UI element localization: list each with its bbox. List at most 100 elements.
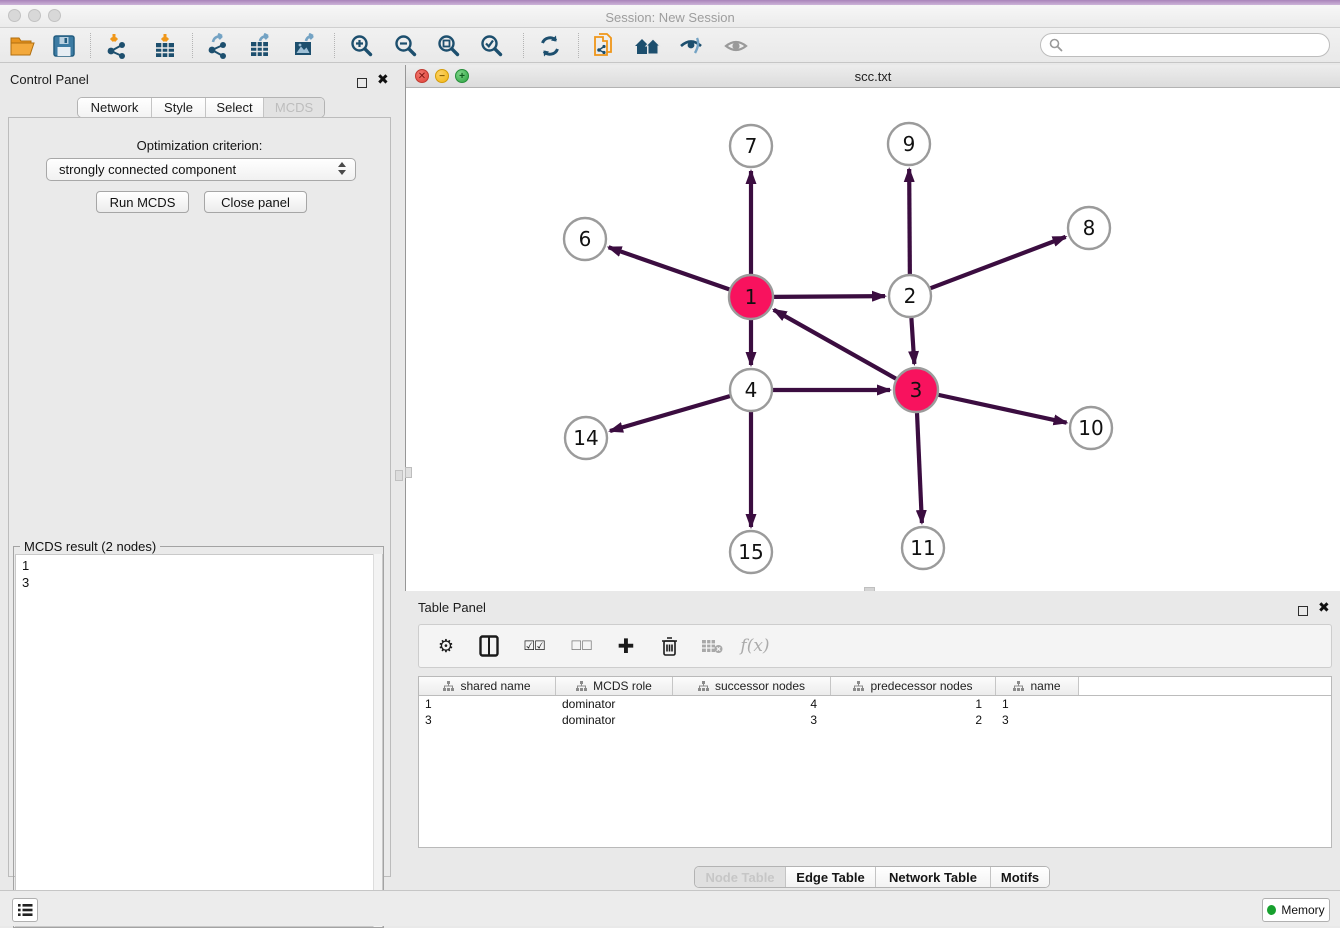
graph-edge-3-11[interactable]: [917, 413, 922, 523]
graph-node-4[interactable]: 4: [730, 369, 772, 411]
graph-node-6[interactable]: 6: [564, 218, 606, 260]
zoom-selected-icon: [479, 33, 505, 59]
new-network-from-selection-button[interactable]: [590, 32, 618, 59]
criterion-dropdown[interactable]: strongly connected component: [46, 158, 356, 181]
list-icon: [17, 903, 33, 917]
table-row[interactable]: 3dominator323: [419, 712, 1331, 728]
function-builder-button-disabled: f(x): [742, 633, 768, 659]
graph-node-8[interactable]: 8: [1068, 207, 1110, 249]
table-settings-button[interactable]: ⚙: [433, 633, 459, 659]
table-cell[interactable]: 4: [673, 697, 831, 711]
column-header-predecessor-nodes[interactable]: predecessor nodes: [831, 677, 996, 695]
save-session-button[interactable]: [50, 32, 78, 59]
graph-node-14[interactable]: 14: [565, 417, 607, 459]
graph-node-2[interactable]: 2: [889, 275, 931, 317]
network-frame-title: scc.txt: [406, 69, 1340, 84]
export-image-button[interactable]: [291, 32, 319, 59]
session-title: Session: New Session: [0, 10, 1340, 25]
graph-node-11[interactable]: 11: [902, 527, 944, 569]
run-mcds-button[interactable]: Run MCDS: [96, 191, 189, 213]
delete-table-icon: [701, 638, 723, 654]
float-table-panel-icon[interactable]: [1298, 603, 1308, 621]
close-panel-icon[interactable]: ✖: [377, 73, 389, 85]
apply-layout-button[interactable]: [536, 32, 564, 59]
table-cell[interactable]: 1: [996, 697, 1079, 711]
zoom-fit-button[interactable]: [435, 32, 463, 59]
result-scrollbar[interactable]: [373, 554, 382, 927]
create-column-button[interactable]: ✚: [613, 633, 639, 659]
zoom-out-button[interactable]: [392, 32, 420, 59]
hide-panel-button[interactable]: [677, 32, 705, 59]
splitter-grip[interactable]: [395, 470, 403, 481]
search-field[interactable]: [1040, 33, 1330, 57]
open-session-button[interactable]: [8, 32, 36, 59]
close-panel-button[interactable]: Close panel: [204, 191, 307, 213]
memory-button[interactable]: Memory: [1262, 898, 1330, 922]
network-frame-titlebar[interactable]: ✕ − + scc.txt: [406, 65, 1340, 88]
graph-node-1[interactable]: 1: [729, 275, 773, 319]
left-splitter-grip[interactable]: [405, 467, 412, 478]
column-header-successor-nodes[interactable]: successor nodes: [673, 677, 831, 695]
search-icon: [1049, 38, 1063, 52]
column-header-MCDS-role[interactable]: MCDS role: [556, 677, 673, 695]
table-cell[interactable]: 3: [673, 713, 831, 727]
table-cell[interactable]: 3: [419, 713, 556, 727]
task-history-button[interactable]: [12, 898, 38, 922]
table-cell[interactable]: 3: [996, 713, 1079, 727]
table-row[interactable]: 1dominator411: [419, 696, 1331, 712]
network-graph[interactable]: 7 9 6 8 1 2 4 3 14 10 15 11: [406, 88, 1339, 590]
graph-node-9[interactable]: 9: [888, 123, 930, 165]
column-header-name[interactable]: name: [996, 677, 1079, 695]
graph-edge-2-9[interactable]: [909, 169, 910, 274]
dropdown-stepper-icon: [338, 162, 347, 178]
search-input[interactable]: [1068, 35, 1329, 55]
graph-node-10[interactable]: 10: [1070, 407, 1112, 449]
split-column-panel-button[interactable]: [476, 633, 502, 659]
export-table-icon: [248, 33, 274, 59]
graph-edge-1-6[interactable]: [609, 247, 730, 289]
graph-edge-2-3[interactable]: [911, 318, 914, 364]
table-cell[interactable]: 1: [831, 697, 996, 711]
mcds-result-list[interactable]: 1 3: [15, 554, 383, 927]
float-panel-icon[interactable]: [357, 75, 367, 93]
graph-node-7[interactable]: 7: [730, 125, 772, 167]
graph-node-3[interactable]: 3: [894, 368, 938, 412]
tab-style[interactable]: Style: [152, 98, 206, 117]
import-network-button[interactable]: [103, 32, 131, 59]
export-network-button[interactable]: [204, 32, 232, 59]
delete-column-button[interactable]: [656, 633, 682, 659]
table-panel: Table Panel ✖ ⚙ ☑☑ ☐☐ ✚: [405, 591, 1340, 890]
unselect-all-columns-button[interactable]: ☐☐: [566, 633, 596, 659]
zoom-in-button[interactable]: [348, 32, 376, 59]
import-table-button[interactable]: [151, 32, 179, 59]
table-cell[interactable]: 1: [419, 697, 556, 711]
tab-network[interactable]: Network: [78, 98, 152, 117]
table-tab-edge-table[interactable]: Edge Table: [786, 867, 876, 887]
table-cell[interactable]: dominator: [556, 713, 673, 727]
tab-select[interactable]: Select: [206, 98, 264, 117]
graph-edge-4-14[interactable]: [610, 396, 730, 431]
show-all-panels-button[interactable]: [634, 32, 662, 59]
graph-edge-3-10[interactable]: [938, 395, 1066, 423]
graph-node-label: 9: [903, 132, 916, 156]
export-table-button[interactable]: [247, 32, 275, 59]
select-all-columns-button[interactable]: ☑☑: [519, 633, 549, 659]
vertical-splitter[interactable]: [393, 65, 405, 882]
table-tab-network-table[interactable]: Network Table: [876, 867, 991, 887]
show-panel-button[interactable]: [722, 32, 750, 59]
tab-mcds[interactable]: MCDS: [264, 98, 324, 117]
table-cell[interactable]: dominator: [556, 697, 673, 711]
table-cell[interactable]: 2: [831, 713, 996, 727]
close-table-panel-icon[interactable]: ✖: [1318, 601, 1330, 613]
table-tab-node-table[interactable]: Node Table: [695, 867, 786, 887]
node-table[interactable]: shared nameMCDS rolesuccessor nodesprede…: [418, 676, 1332, 848]
zoom-selected-button[interactable]: [478, 32, 506, 59]
graph-node-label: 11: [910, 536, 935, 560]
table-tab-motifs[interactable]: Motifs: [991, 867, 1049, 887]
graph-node-15[interactable]: 15: [730, 531, 772, 573]
column-header-shared-name[interactable]: shared name: [419, 677, 556, 695]
graph-edge-2-8[interactable]: [931, 237, 1066, 288]
graph-edge-3-1[interactable]: [774, 310, 896, 379]
optimization-criterion-label: Optimization criterion:: [9, 138, 390, 153]
graph-edge-1-2[interactable]: [774, 296, 885, 297]
